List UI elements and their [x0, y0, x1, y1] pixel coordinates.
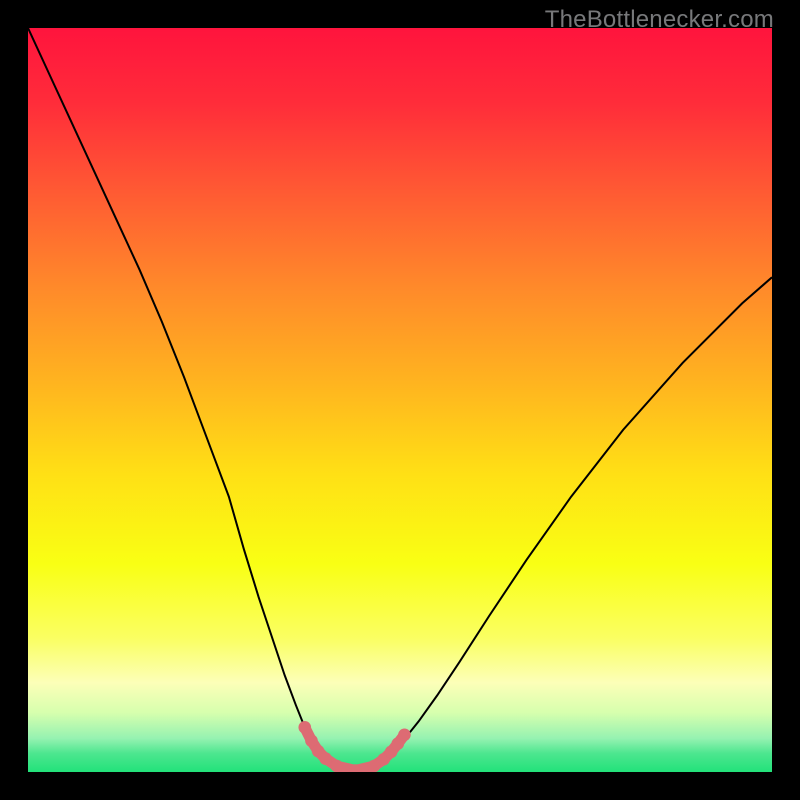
optimal-point — [305, 734, 318, 747]
chart-area — [28, 28, 772, 772]
optimal-point — [319, 752, 332, 765]
bottleneck-chart — [28, 28, 772, 772]
optimal-point — [330, 760, 343, 772]
optimal-point — [398, 729, 411, 742]
watermark-text: TheBottlenecker.com — [545, 6, 774, 34]
optimal-point — [298, 721, 311, 734]
gradient-background — [28, 28, 772, 772]
